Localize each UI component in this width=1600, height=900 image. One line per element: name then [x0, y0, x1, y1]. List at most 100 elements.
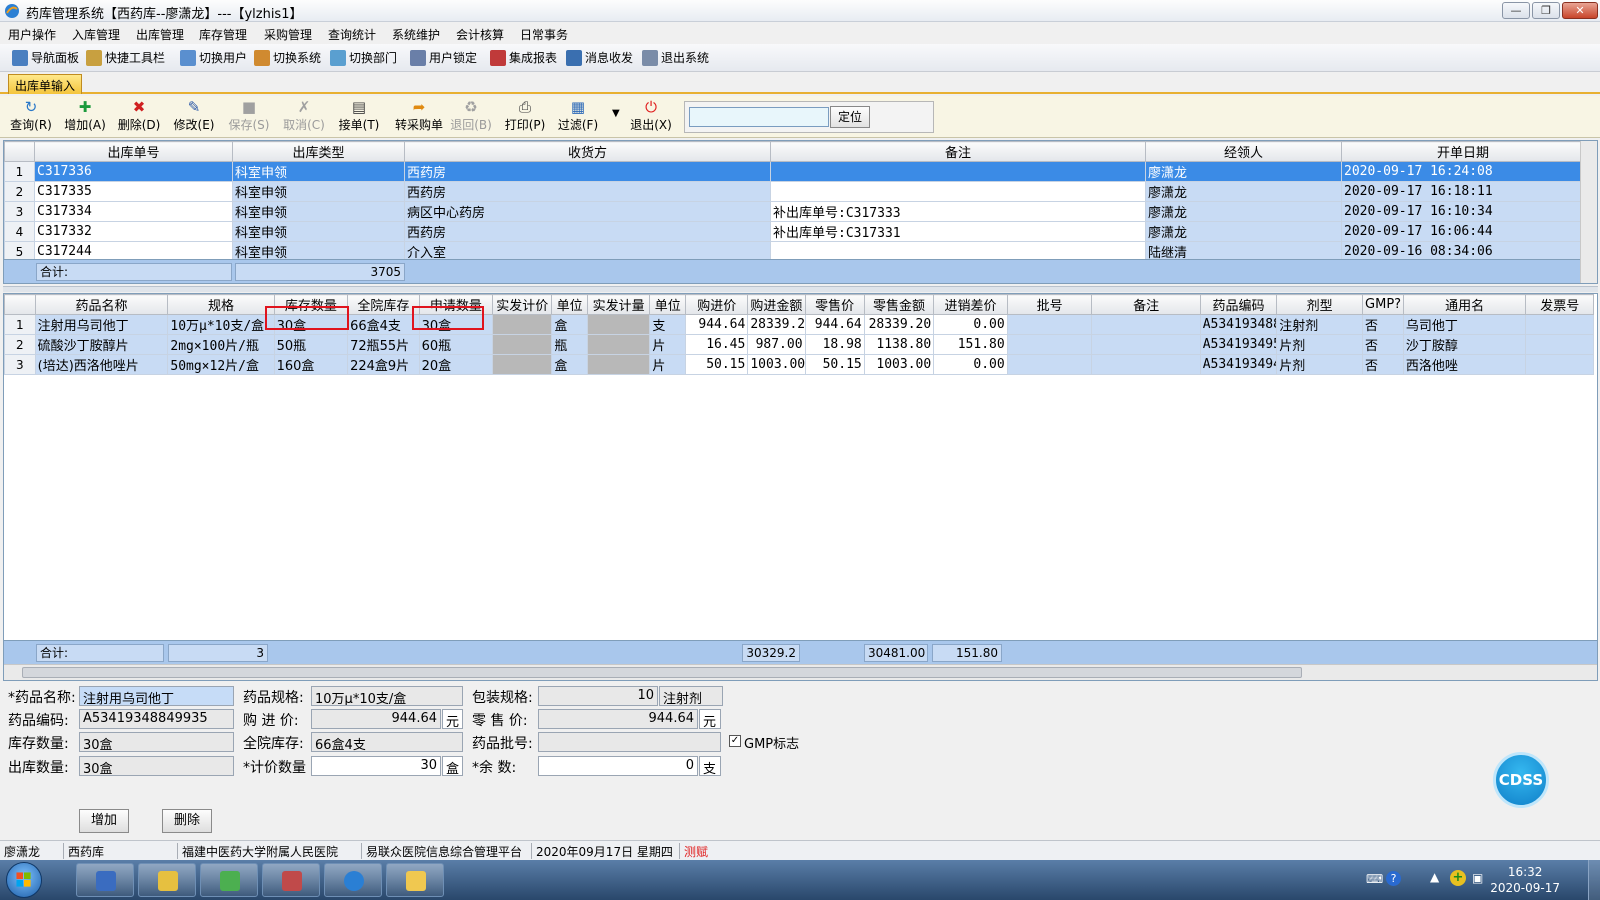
table-cell[interactable]: 支	[649, 314, 687, 335]
pack-spec-field[interactable]: 10	[538, 686, 658, 706]
table-cell[interactable]: 科室申领	[232, 161, 405, 182]
quickbar-item[interactable]: 切换用户	[180, 49, 247, 66]
table-cell[interactable]: 28339.20	[863, 314, 935, 335]
action-button[interactable]: ⎙ 打印(P)	[500, 99, 550, 133]
table-cell[interactable]	[587, 334, 651, 355]
table-cell[interactable]	[1091, 354, 1201, 375]
quickbar-item[interactable]: 集成报表	[490, 49, 557, 66]
table-cell[interactable]	[1091, 334, 1201, 355]
taskbar-explorer-app[interactable]	[386, 863, 444, 897]
table-cell[interactable]: 10万μ*10支/盒	[167, 314, 275, 335]
table-cell[interactable]: C317332	[34, 221, 233, 242]
add-item-button[interactable]: 增加	[79, 809, 129, 833]
table-cell[interactable]	[492, 354, 553, 375]
table-cell[interactable]: 66盒4支	[347, 314, 420, 335]
close-button[interactable]: ✕	[1562, 2, 1598, 19]
drug-name-field[interactable]: 注射用乌司他丁	[79, 686, 234, 706]
action-button[interactable]: ✎ 修改(E)	[169, 99, 219, 133]
out-qty-field[interactable]: 30盒	[79, 756, 234, 776]
column-header[interactable]: 出库单号	[34, 141, 233, 162]
table-cell[interactable]: 科室申领	[232, 201, 405, 222]
locate-input[interactable]	[689, 107, 829, 127]
table-cell[interactable]: 1138.80	[863, 334, 935, 355]
table-cell[interactable]: 廖潇龙	[1145, 201, 1342, 222]
column-header[interactable]: 单位	[551, 294, 589, 315]
action-button[interactable]: ↻ 查询(R)	[6, 99, 56, 133]
table-cell[interactable]: 盒	[551, 354, 589, 375]
table-cell[interactable]: 18.98	[804, 334, 865, 355]
scroll-thumb[interactable]	[22, 667, 1302, 678]
table-cell[interactable]: 50.15	[685, 354, 749, 375]
restore-button[interactable]: ❐	[1532, 2, 1560, 19]
table-cell[interactable]: 2020-09-17 16:24:08	[1341, 161, 1585, 182]
column-header[interactable]: 规格	[167, 294, 275, 315]
dropdown-arrow-icon[interactable]: ▼	[612, 108, 620, 119]
menu-inbound[interactable]: 入库管理	[72, 26, 120, 43]
table-row[interactable]: 4 C317332 科室申领 西药房 补出库单号:C317331 廖潇龙 2020-09-1…	[4, 221, 1585, 242]
table-cell[interactable]: 病区中心药房	[404, 201, 771, 222]
column-header[interactable]: 单位	[649, 294, 687, 315]
column-header[interactable]: 出库类型	[232, 141, 405, 162]
column-header[interactable]: 备注	[770, 141, 1146, 162]
table-cell[interactable]: 片	[649, 334, 687, 355]
table-cell[interactable]: 2020-09-17 16:10:34	[1341, 201, 1585, 222]
quickbar-item[interactable]: 切换部门	[330, 49, 397, 66]
action-button[interactable]: ✗ 取消(C)	[279, 99, 329, 133]
table-cell[interactable]: 20盒	[418, 354, 494, 375]
table-cell[interactable]: C317336	[34, 161, 233, 182]
table-cell[interactable]: (培达)西洛他唑片	[34, 354, 169, 375]
menu-purchase[interactable]: 采购管理	[264, 26, 312, 43]
table-cell[interactable]: 廖潇龙	[1145, 221, 1342, 242]
action-button[interactable]: ▦ 过滤(F)	[553, 99, 603, 133]
quickbar-item[interactable]: 退出系统	[642, 49, 709, 66]
retail-price-field[interactable]: 944.64	[538, 709, 698, 729]
table-cell[interactable]: 否	[1362, 334, 1404, 355]
table-cell[interactable]: 50mg×12片/盒	[167, 354, 275, 375]
menu-user-ops[interactable]: 用户操作	[8, 26, 56, 43]
table-cell[interactable]: A534193495	[1199, 334, 1278, 355]
table-cell[interactable]: 廖潇龙	[1145, 161, 1342, 182]
table-cell[interactable]: 西药房	[404, 161, 771, 182]
keyboard-icon[interactable]: ⌨	[1366, 872, 1383, 886]
table-row[interactable]: 1 C317336 科室申领 西药房 廖潇龙 2020-09-17 16:24:08	[4, 161, 1585, 182]
table-cell[interactable]	[1525, 354, 1594, 375]
minimize-button[interactable]: —	[1502, 2, 1530, 19]
table-cell[interactable]	[1525, 334, 1594, 355]
column-header[interactable]: 药品编码	[1199, 294, 1278, 315]
column-header[interactable]: 剂型	[1276, 294, 1364, 315]
action-button[interactable]: ➦ 转采购单	[390, 99, 448, 133]
stock-qty-field[interactable]: 30盒	[79, 732, 234, 752]
column-header[interactable]: 开单日期	[1341, 141, 1585, 162]
table-cell[interactable]: 60瓶	[418, 334, 494, 355]
column-header[interactable]: 购进金额	[747, 294, 806, 315]
table-cell[interactable]: 987.00	[747, 334, 806, 355]
menu-inventory[interactable]: 库存管理	[199, 26, 247, 43]
table-cell[interactable]: 片剂	[1276, 354, 1364, 375]
menu-daily[interactable]: 日常事务	[520, 26, 568, 43]
action-button[interactable]: ✖ 删除(D)	[114, 99, 164, 133]
hospital-stock-field[interactable]: 66盒4支	[311, 732, 463, 752]
table-cell[interactable]: 2020-09-17 16:18:11	[1341, 181, 1585, 202]
table-cell[interactable]: 片	[649, 354, 687, 375]
taskbar-sql-query-app[interactable]	[76, 863, 134, 897]
table-cell[interactable]: 151.80	[933, 334, 1008, 355]
show-desktop-button[interactable]	[1588, 860, 1600, 900]
drug-spec-field[interactable]: 10万μ*10支/盒	[311, 686, 463, 706]
table-cell[interactable]: 西洛他唑	[1402, 354, 1527, 375]
action-button[interactable]: ♻ 退回(B)	[446, 99, 496, 133]
table-cell[interactable]	[587, 354, 651, 375]
priced-qty-field[interactable]: 30	[311, 756, 441, 776]
column-header[interactable]: 药品名称	[34, 294, 169, 315]
table-cell[interactable]: 盒	[551, 314, 589, 335]
table-cell[interactable]: 50.15	[804, 354, 865, 375]
table-cell[interactable]: 否	[1362, 354, 1404, 375]
table-cell[interactable]: 硫酸沙丁胺醇片	[34, 334, 169, 355]
column-header[interactable]: 备注	[1091, 294, 1201, 315]
table-cell[interactable]	[770, 161, 1146, 182]
table-cell[interactable]	[770, 181, 1146, 202]
column-header[interactable]: 零售价	[804, 294, 865, 315]
cdss-button[interactable]: CDSS	[1493, 752, 1549, 808]
table-cell[interactable]	[1006, 314, 1093, 335]
table-cell[interactable]: 补出库单号:C317331	[770, 221, 1146, 242]
taskbar-his-app[interactable]	[324, 863, 382, 897]
